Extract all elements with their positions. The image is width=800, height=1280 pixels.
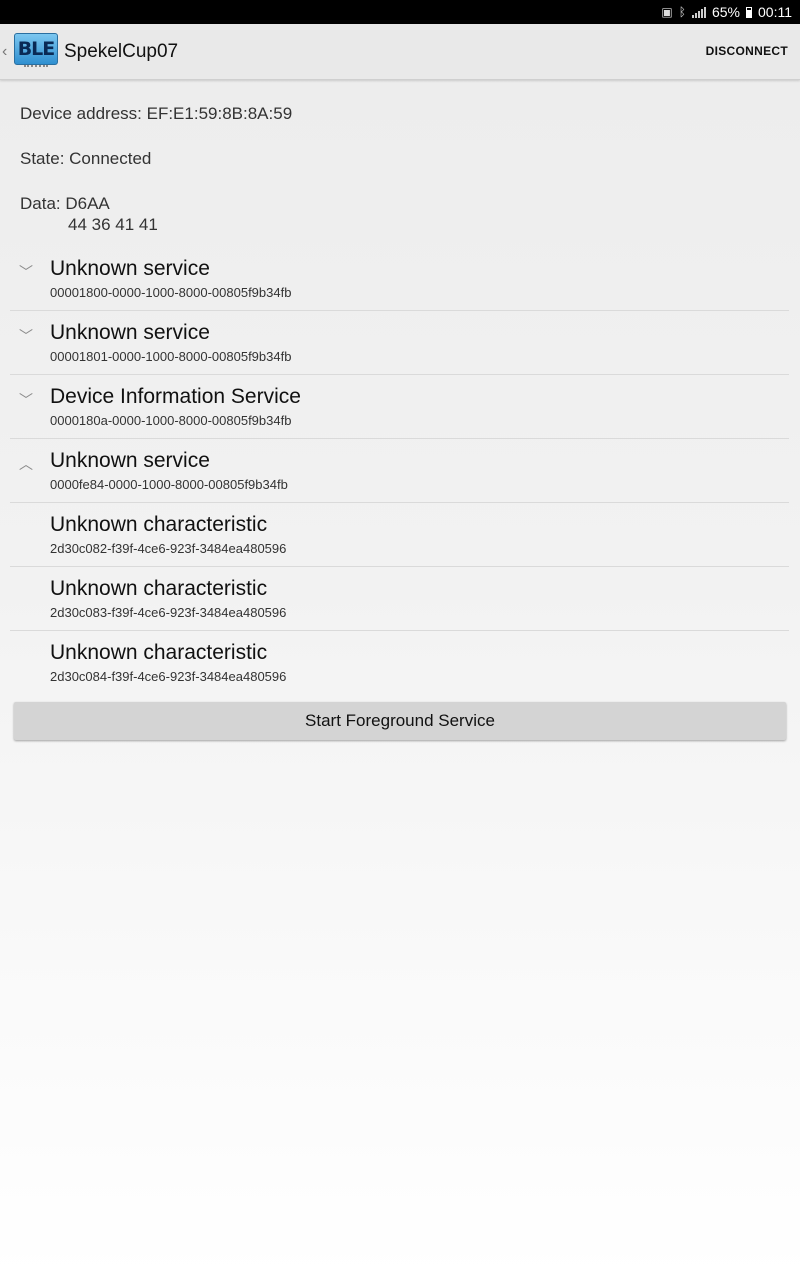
characteristic-row[interactable]: Unknown characteristic 2d30c083-f39f-4ce… [10, 567, 789, 631]
app-logo[interactable]: BLE [14, 29, 58, 75]
data-hex: 44 36 41 41 [68, 215, 158, 234]
gatt-services-list: ﹀ Unknown service 00001800-0000-1000-800… [10, 247, 789, 695]
service-uuid: 00001800-0000-1000-8000-00805f9b34fb [50, 285, 292, 300]
chevron-down-icon: ﹀ [19, 392, 33, 408]
bluetooth-icon: ᛒ [678, 5, 686, 19]
service-row[interactable]: ﹀ Device Information Service 0000180a-00… [10, 375, 789, 439]
characteristic-uuid: 2d30c084-f39f-4ce6-923f-3484ea480596 [50, 669, 287, 684]
characteristic-row[interactable]: Unknown characteristic 2d30c082-f39f-4ce… [10, 503, 789, 567]
service-name: Unknown service [50, 321, 210, 344]
sim-icon: ▣ [661, 5, 673, 19]
chevron-down-icon: ﹀ [19, 328, 33, 344]
signal-rays-icon [24, 64, 48, 75]
data-value: Data: D6AA [20, 194, 110, 213]
service-uuid: 00001801-0000-1000-8000-00805f9b34fb [50, 349, 292, 364]
status-bar: ▣ ᛒ 65% 00:11 [0, 0, 800, 24]
characteristic-name: Unknown characteristic [50, 577, 268, 600]
characteristic-uuid: 2d30c082-f39f-4ce6-923f-3484ea480596 [50, 541, 287, 556]
service-row-expanded[interactable]: ︿ Unknown service 0000fe84-0000-1000-800… [10, 439, 789, 503]
battery-percent: 65% [711, 4, 740, 20]
device-address: Device address: EF:E1:59:8B:8A:59 [20, 104, 293, 123]
app-title: SpekelCup07 [64, 40, 179, 62]
chevron-up-icon: ︿ [19, 456, 33, 472]
characteristic-name: Unknown characteristic [50, 641, 268, 664]
battery-icon [746, 6, 752, 18]
chevron-down-icon: ﹀ [19, 264, 33, 280]
service-uuid: 0000fe84-0000-1000-8000-00805f9b34fb [50, 477, 288, 492]
back-chevron-icon[interactable]: ‹ [2, 43, 12, 61]
connection-state: State: Connected [20, 149, 152, 168]
ble-logo-icon: BLE [14, 32, 58, 65]
disconnect-button[interactable]: DISCONNECT [706, 44, 788, 58]
service-name: Unknown service [50, 449, 210, 472]
service-name: Device Information Service [50, 385, 301, 408]
service-uuid: 0000180a-0000-1000-8000-00805f9b34fb [50, 413, 292, 428]
action-bar: ‹ BLE SpekelCup07 DISCONNECT [0, 24, 800, 80]
characteristic-name: Unknown characteristic [50, 513, 268, 536]
characteristic-row[interactable]: Unknown characteristic 2d30c084-f39f-4ce… [10, 631, 789, 695]
service-row[interactable]: ﹀ Unknown service 00001801-0000-1000-800… [10, 311, 789, 375]
signal-icon [691, 6, 706, 18]
start-foreground-service-button[interactable]: Start Foreground Service [14, 702, 786, 740]
service-row[interactable]: ﹀ Unknown service 00001800-0000-1000-800… [10, 247, 789, 311]
characteristic-uuid: 2d30c083-f39f-4ce6-923f-3484ea480596 [50, 605, 287, 620]
status-time: 00:11 [758, 4, 792, 20]
service-name: Unknown service [50, 257, 210, 280]
